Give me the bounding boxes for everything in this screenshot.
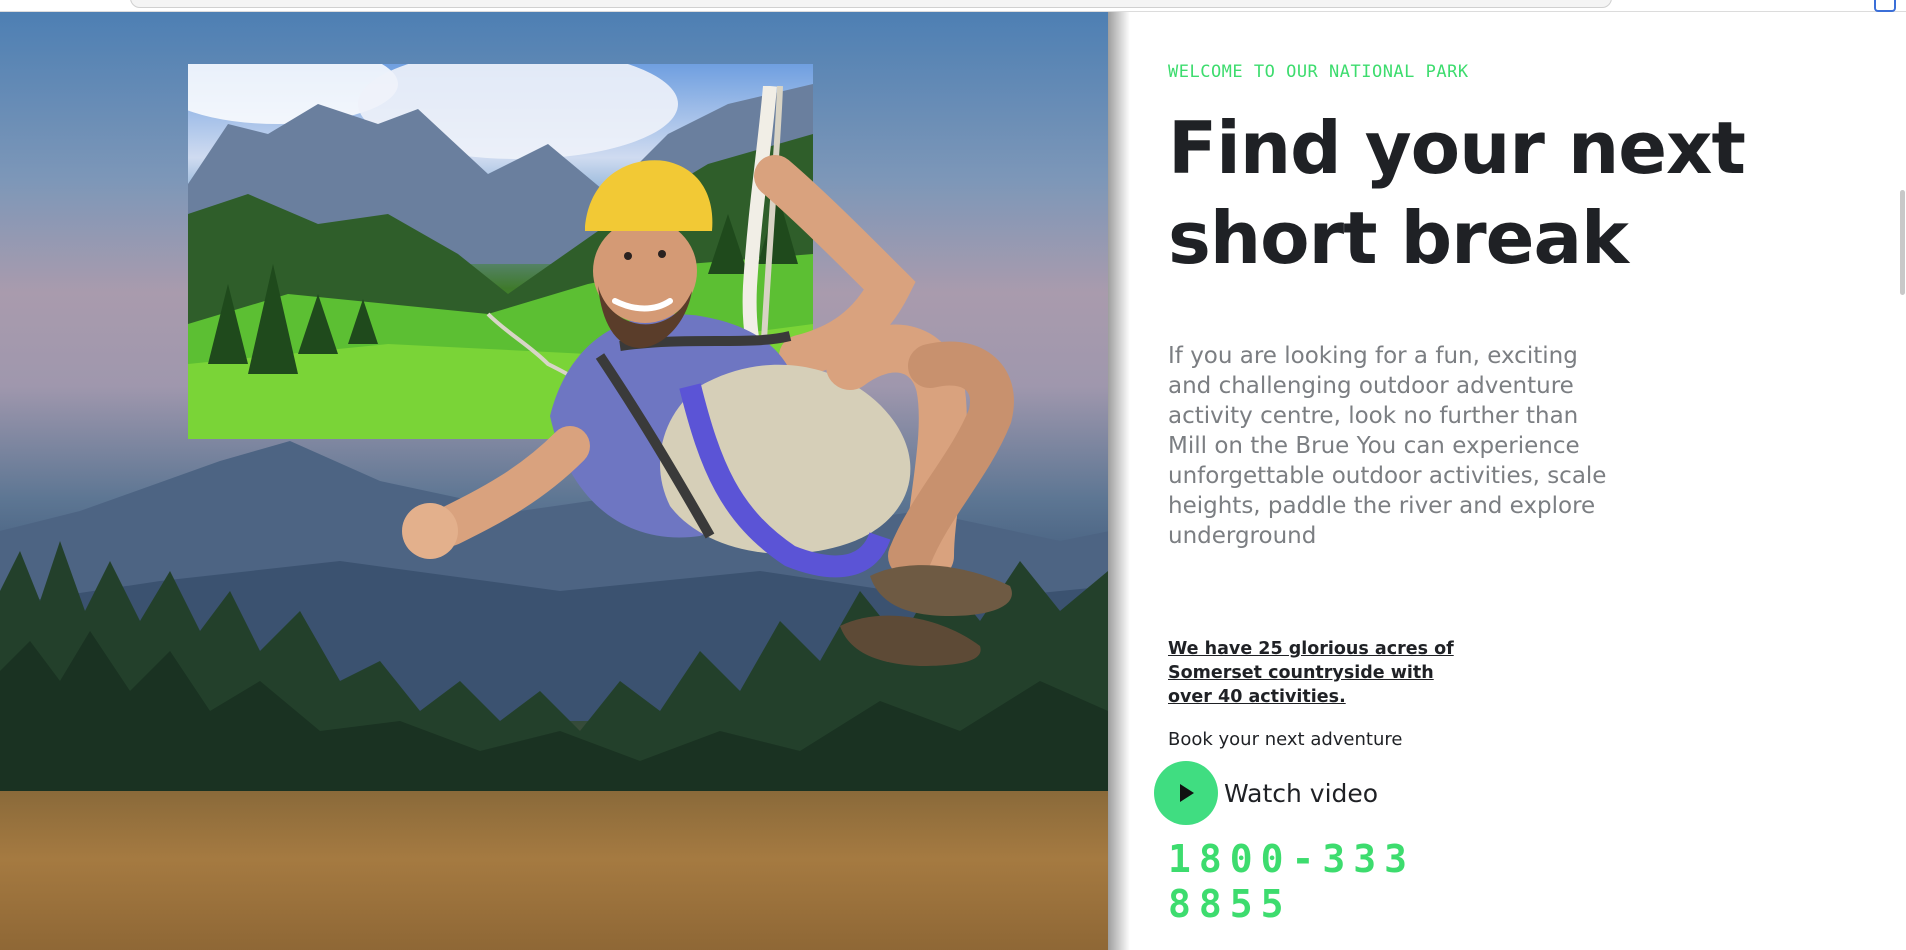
play-button[interactable]	[1154, 761, 1218, 825]
intro-paragraph: If you are looking for a fun, exciting a…	[1168, 343, 1607, 549]
acres-activities-link[interactable]: We have 25 glorious acres of Somerset co…	[1168, 637, 1468, 709]
hero-edge-shadow	[1108, 11, 1130, 950]
hero-image	[0, 11, 1108, 950]
phone-number[interactable]: 1800-333 8855	[1168, 837, 1468, 927]
play-icon	[1180, 784, 1194, 802]
extension-icon[interactable]	[1874, 0, 1896, 12]
intro-panel: WELCOME TO OUR NATIONAL PARK Find your n…	[1154, 11, 1868, 950]
eyebrow-text: WELCOME TO OUR NATIONAL PARK	[1168, 62, 1469, 82]
page-headline: Find your next short break	[1168, 103, 1768, 283]
watch-video-button[interactable]: Watch video	[1154, 761, 1378, 825]
headline-line-1: Find your next	[1168, 106, 1746, 190]
headline-line-2: short break	[1168, 196, 1629, 280]
address-bar[interactable]	[130, 0, 1612, 8]
browser-toolbar	[0, 0, 1906, 12]
page-scrollbar[interactable]	[1900, 190, 1905, 295]
book-adventure-text: Book your next adventure	[1168, 729, 1403, 750]
watch-video-label: Watch video	[1224, 778, 1379, 808]
foreground-grass	[0, 791, 1108, 950]
zipline-person-figure	[402, 86, 1014, 666]
